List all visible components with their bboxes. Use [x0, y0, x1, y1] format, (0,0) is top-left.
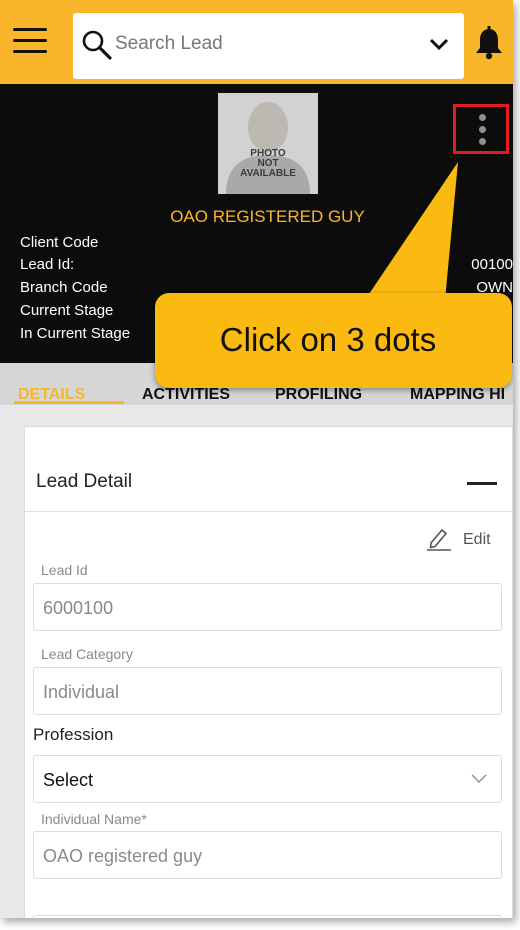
profession-label: Profession [33, 725, 114, 744]
edit-label: Edit [463, 531, 491, 548]
individual-name-value: OAO registered guy [43, 846, 203, 866]
individual-name-label: Individual Name* [41, 811, 147, 827]
profession-selected-value: Select [43, 770, 94, 790]
pencil-icon [427, 528, 451, 551]
profession-select[interactable]: Select [33, 755, 502, 803]
chevron-down-icon [471, 774, 487, 783]
individual-name-field[interactable]: OAO registered guy [33, 831, 502, 879]
app-frame: PHOTO NOT AVAILABLE OAO REGISTERED GUY C… [0, 0, 513, 918]
lead-id-field-label: Lead Id [41, 562, 88, 578]
divider [25, 511, 513, 512]
active-tab-indicator [14, 401, 124, 404]
lead-detail-card: Lead Detail Edit Lead Id 6000100 Lead Ca… [24, 426, 513, 918]
callout-text: Click on 3 dots [219, 321, 437, 358]
lead-id-field-value: 6000100 [43, 598, 114, 618]
lead-id-field: 6000100 [33, 583, 502, 631]
lead-category-label: Lead Category [41, 646, 133, 662]
next-field[interactable] [33, 915, 502, 918]
card-title: Lead Detail [36, 471, 133, 492]
tutorial-callout: Click on 3 dots [155, 293, 512, 388]
lead-category-field: Individual [33, 667, 502, 715]
lead-category-value: Individual [43, 682, 120, 702]
minus-icon[interactable] [467, 482, 497, 485]
